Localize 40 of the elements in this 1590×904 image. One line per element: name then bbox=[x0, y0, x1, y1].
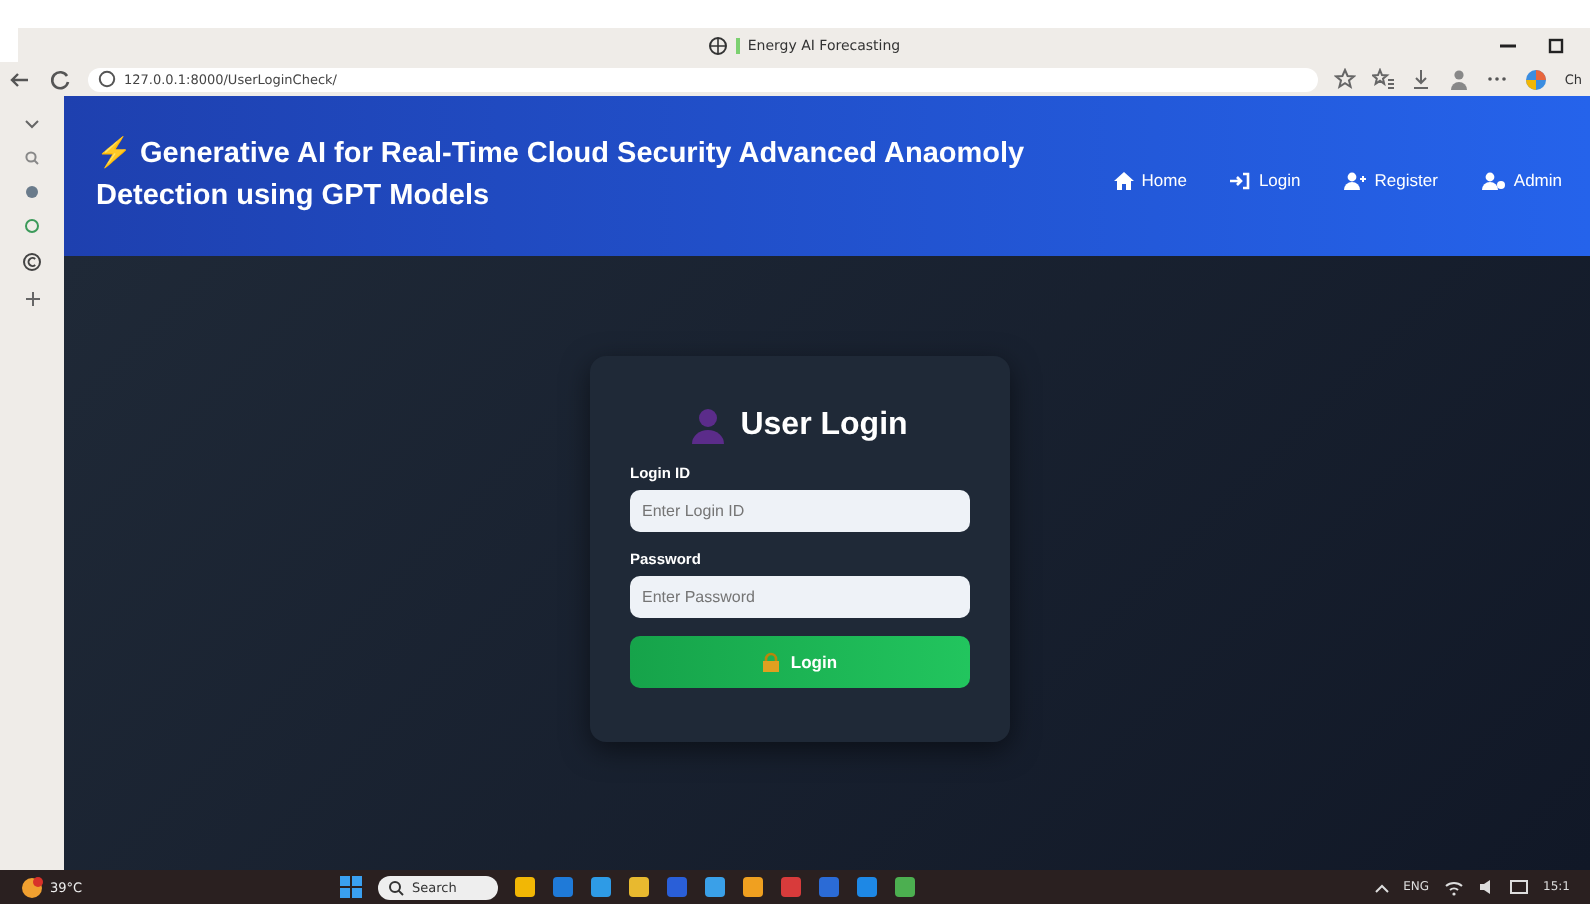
nav-link[interactable]: Home bbox=[1113, 170, 1187, 190]
site-title: ⚡ Generative AI for Real-Time Cloud Security Advanced Anaomoly Detection using GPT Models bbox=[96, 134, 1027, 216]
copyright-icon[interactable] bbox=[22, 252, 42, 272]
app-icon[interactable] bbox=[514, 876, 536, 898]
chevron-icon[interactable] bbox=[24, 116, 40, 132]
wifi-icon[interactable] bbox=[1443, 878, 1464, 896]
restore-icon[interactable] bbox=[1546, 35, 1566, 55]
favorites-icon[interactable] bbox=[1372, 68, 1395, 90]
nav-link[interactable]: Login bbox=[1230, 170, 1301, 190]
lock-icon bbox=[762, 652, 781, 672]
copilot-icon[interactable] bbox=[1524, 67, 1549, 91]
star-icon[interactable] bbox=[1334, 68, 1357, 90]
globe-icon bbox=[707, 35, 728, 55]
app-icon[interactable] bbox=[628, 876, 650, 898]
plus-icon[interactable] bbox=[23, 290, 41, 308]
weather-icon[interactable] bbox=[20, 875, 44, 899]
download-icon[interactable] bbox=[1410, 68, 1433, 90]
start-icon[interactable] bbox=[340, 876, 362, 898]
app-icon[interactable] bbox=[856, 876, 878, 898]
nav-link[interactable]: Register bbox=[1344, 170, 1438, 190]
app-icon[interactable] bbox=[742, 876, 764, 898]
app-icon[interactable] bbox=[704, 876, 726, 898]
app-icon[interactable] bbox=[590, 876, 612, 898]
chevron-up-icon[interactable] bbox=[1373, 879, 1390, 895]
app-icon[interactable] bbox=[894, 876, 916, 898]
input-field[interactable]: Enter Password bbox=[630, 576, 970, 618]
login-title: User Login bbox=[740, 408, 908, 444]
user-icon bbox=[692, 408, 725, 444]
home-icon bbox=[1113, 171, 1134, 189]
input-field[interactable]: Enter Login ID bbox=[630, 490, 970, 532]
nav-link[interactable]: Admin bbox=[1481, 170, 1562, 190]
app-icon[interactable] bbox=[552, 876, 574, 898]
search-icon[interactable] bbox=[24, 150, 40, 166]
back-icon[interactable] bbox=[8, 67, 32, 91]
search-icon bbox=[388, 879, 404, 895]
profile-icon[interactable] bbox=[1448, 68, 1471, 90]
reload-icon[interactable] bbox=[48, 67, 72, 91]
add-user-icon bbox=[1344, 171, 1367, 189]
sign-in-icon bbox=[1230, 171, 1251, 189]
speaker-icon[interactable] bbox=[1477, 878, 1496, 896]
